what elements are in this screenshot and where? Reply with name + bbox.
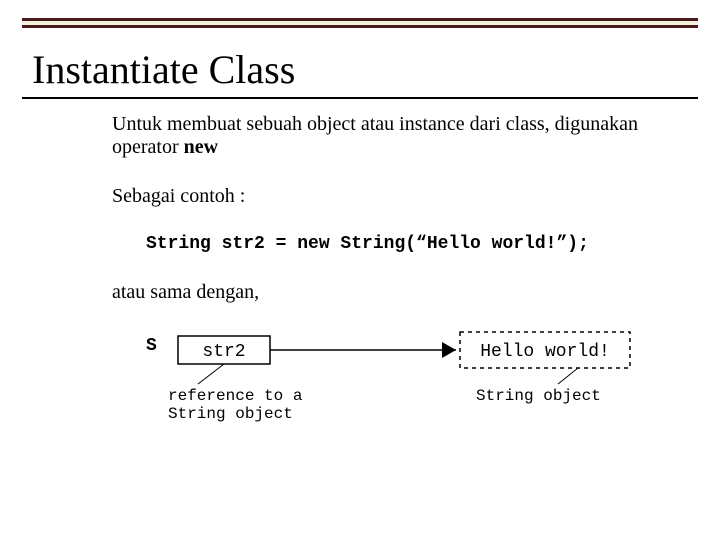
paragraph-intro: Untuk membuat sebuah object atau instanc… [112,113,658,159]
top-decor-rule [22,18,698,28]
diagram-box-right-text: Hello world! [480,342,610,362]
slide: Instantiate Class Untuk membuat sebuah o… [0,0,720,540]
diagram: S str2 Hello world! reference to a Strin… [146,330,658,440]
diagram-label-right: String object [476,387,601,405]
code-line-1: String str2 = new String(“Hello world!”)… [146,234,658,255]
diagram-label-left-line2: String object [168,405,293,423]
title-underline [22,97,698,99]
slide-title: Instantiate Class [32,46,698,93]
diagram-label-left-line1: reference to a [168,387,303,405]
paragraph-example-label: Sebagai contoh : [112,185,658,208]
diagram-svg: str2 Hello world! reference to a String … [168,326,638,441]
keyword-new: new [184,136,218,158]
paragraph-or: atau sama dengan, [112,281,658,304]
diagram-box-left-text: str2 [202,342,245,362]
partial-code-letter: S [146,336,157,357]
content-area: Untuk membuat sebuah object atau instanc… [112,113,658,440]
